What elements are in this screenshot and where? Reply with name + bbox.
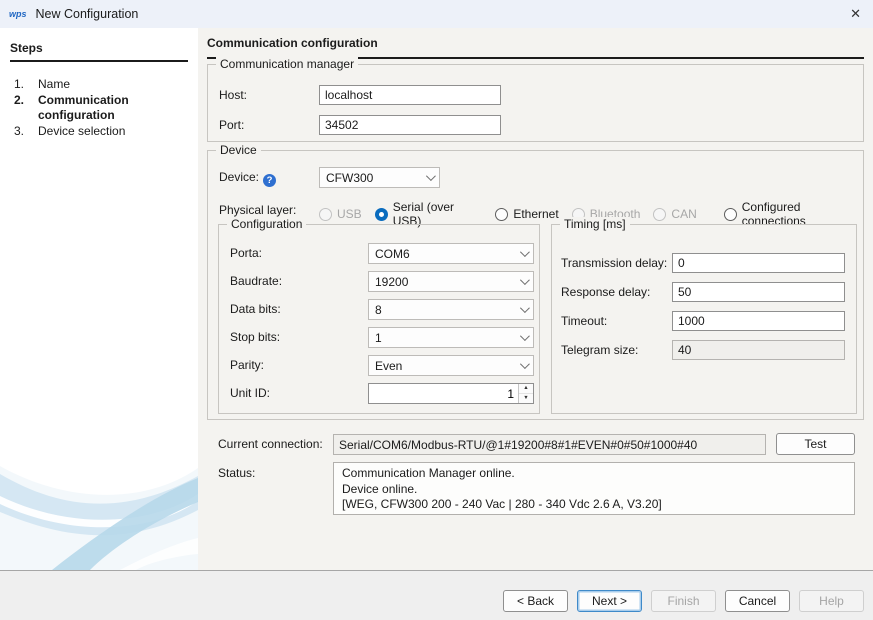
stop-bits-value: 1 xyxy=(375,331,520,345)
parity-combobox[interactable]: Even xyxy=(368,355,534,376)
status-line: [WEG, CFW300 200 - 240 Vac | 280 - 340 V… xyxy=(342,497,846,513)
steps-list: 1. Name 2. Communication configuration 3… xyxy=(14,77,198,139)
transmission-delay-label: Transmission delay: xyxy=(561,256,667,271)
status-line: Communication Manager online. xyxy=(342,466,846,482)
telegram-size-label: Telegram size: xyxy=(561,343,638,358)
chevron-down-icon xyxy=(520,275,530,285)
port-label: Port: xyxy=(219,118,244,133)
communication-configuration-panel: Communication configuration Communicatio… xyxy=(198,28,873,570)
spin-down-icon[interactable]: ▼ xyxy=(519,394,533,403)
physical-layer-label: Physical layer: xyxy=(219,203,296,218)
spin-up-icon[interactable]: ▲ xyxy=(519,384,533,394)
radio-selected-icon xyxy=(375,208,388,221)
page-title: Communication configuration xyxy=(207,36,864,59)
test-button[interactable]: Test xyxy=(776,433,855,455)
spin-buttons: ▲ ▼ xyxy=(518,384,533,403)
radio-icon xyxy=(319,208,332,221)
close-icon[interactable]: ✕ xyxy=(850,0,861,28)
device-group: Device Device:? CFW300 Physical layer: U… xyxy=(207,150,864,420)
step-item-name: 1. Name xyxy=(14,77,198,93)
timeout-input[interactable] xyxy=(672,311,845,331)
timeout-label: Timeout: xyxy=(561,314,607,329)
cancel-button[interactable]: Cancel xyxy=(725,590,790,612)
step-number: 2. xyxy=(14,93,38,124)
radio-ethernet[interactable]: Ethernet xyxy=(495,207,558,221)
host-input[interactable] xyxy=(319,85,501,105)
stop-bits-label: Stop bits: xyxy=(230,330,280,345)
baudrate-label: Baudrate: xyxy=(230,274,282,289)
status-line: Device online. xyxy=(342,482,846,498)
new-configuration-dialog: wps New Configuration ✕ Steps 1. Name 2.… xyxy=(0,0,873,620)
radio-label: Ethernet xyxy=(513,207,558,221)
device-label: Device:? xyxy=(219,170,276,187)
porta-combobox[interactable]: COM6 xyxy=(368,243,534,264)
chevron-down-icon xyxy=(520,331,530,341)
unit-id-input[interactable] xyxy=(369,384,518,403)
parity-value: Even xyxy=(375,359,520,373)
device-combobox[interactable]: CFW300 xyxy=(319,167,440,188)
chevron-down-icon xyxy=(520,359,530,369)
porta-value: COM6 xyxy=(375,247,520,261)
unit-id-spinner: ▲ ▼ xyxy=(368,383,534,404)
device-combobox-value: CFW300 xyxy=(326,171,426,185)
step-item-communication-configuration: 2. Communication configuration xyxy=(14,93,198,124)
data-bits-value: 8 xyxy=(375,303,520,317)
radio-label: USB xyxy=(337,207,362,221)
timing-group: Timing [ms] Transmission delay: Response… xyxy=(551,224,857,414)
finish-button: Finish xyxy=(651,590,716,612)
decorative-swoosh xyxy=(0,438,198,570)
configuration-group: Configuration Porta: COM6 Baudrate: 1920… xyxy=(218,224,540,414)
step-number: 1. xyxy=(14,77,38,93)
group-legend: Timing [ms] xyxy=(560,217,630,232)
step-label: Communication configuration xyxy=(38,93,174,124)
step-label: Device selection xyxy=(38,124,174,140)
host-label: Host: xyxy=(219,88,247,103)
communication-manager-group: Communication manager Host: Port: xyxy=(207,64,864,142)
group-legend: Configuration xyxy=(227,217,306,232)
current-connection-label: Current connection: xyxy=(218,437,323,452)
wps-logo-icon: wps xyxy=(9,9,27,19)
back-button[interactable]: < Back xyxy=(503,590,568,612)
response-delay-label: Response delay: xyxy=(561,285,650,300)
data-bits-combobox[interactable]: 8 xyxy=(368,299,534,320)
steps-sidebar: Steps 1. Name 2. Communication configura… xyxy=(0,28,198,570)
step-number: 3. xyxy=(14,124,38,140)
data-bits-label: Data bits: xyxy=(230,302,281,317)
group-legend: Communication manager xyxy=(216,57,358,72)
baudrate-value: 19200 xyxy=(375,275,520,289)
device-label-text: Device: xyxy=(219,170,259,184)
chevron-down-icon xyxy=(520,247,530,257)
unit-id-label: Unit ID: xyxy=(230,386,270,401)
status-box: Communication Manager online. Device onl… xyxy=(333,462,855,515)
telegram-size-input xyxy=(672,340,845,360)
current-connection-field xyxy=(333,434,766,455)
porta-label: Porta: xyxy=(230,246,262,261)
radio-icon xyxy=(724,208,737,221)
baudrate-combobox[interactable]: 19200 xyxy=(368,271,534,292)
radio-usb: USB xyxy=(319,207,362,221)
radio-icon xyxy=(653,208,666,221)
step-item-device-selection: 3. Device selection xyxy=(14,124,198,140)
group-legend: Device xyxy=(216,143,261,158)
parity-label: Parity: xyxy=(230,358,264,373)
radio-can: CAN xyxy=(653,207,696,221)
transmission-delay-input[interactable] xyxy=(672,253,845,273)
radio-icon xyxy=(495,208,508,221)
stop-bits-combobox[interactable]: 1 xyxy=(368,327,534,348)
status-label: Status: xyxy=(218,466,255,481)
window-title: New Configuration xyxy=(36,7,139,21)
wizard-footer: < Back Next > Finish Cancel Help xyxy=(0,570,873,620)
chevron-down-icon xyxy=(426,171,436,181)
chevron-down-icon xyxy=(520,303,530,313)
next-button[interactable]: Next > xyxy=(577,590,642,612)
step-label: Name xyxy=(38,77,174,93)
response-delay-input[interactable] xyxy=(672,282,845,302)
steps-heading: Steps xyxy=(10,41,188,62)
help-button: Help xyxy=(799,590,864,612)
help-icon[interactable]: ? xyxy=(263,174,276,187)
port-input[interactable] xyxy=(319,115,501,135)
titlebar: wps New Configuration ✕ xyxy=(0,0,873,28)
radio-label: CAN xyxy=(671,207,696,221)
